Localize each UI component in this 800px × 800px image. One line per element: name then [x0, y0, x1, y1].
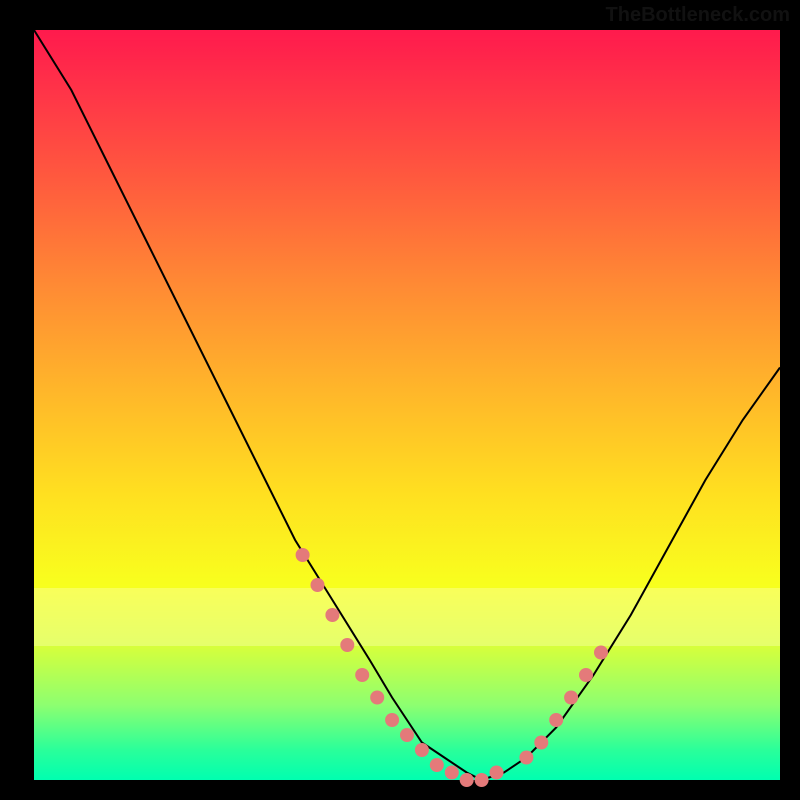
data-dot — [296, 548, 310, 562]
chart-svg — [34, 30, 780, 780]
data-dot — [490, 766, 504, 780]
data-dot — [340, 638, 354, 652]
watermark-text: TheBottleneck.com — [606, 4, 790, 27]
data-dot — [311, 578, 325, 592]
plot-area — [34, 30, 780, 780]
data-dot — [460, 773, 474, 787]
data-dot — [415, 743, 429, 757]
data-dot — [594, 646, 608, 660]
data-dot — [370, 691, 384, 705]
data-dot — [385, 713, 399, 727]
data-dot — [519, 751, 533, 765]
data-dot — [579, 668, 593, 682]
data-dot — [445, 766, 459, 780]
data-dot — [475, 773, 489, 787]
data-dot — [325, 608, 339, 622]
data-dot — [534, 736, 548, 750]
right-dot-group — [519, 646, 608, 765]
curve-path — [34, 30, 780, 780]
data-dot — [564, 691, 578, 705]
data-dot — [549, 713, 563, 727]
data-dot — [355, 668, 369, 682]
left-dot-group — [296, 548, 504, 787]
data-dot — [400, 728, 414, 742]
data-dot — [430, 758, 444, 772]
